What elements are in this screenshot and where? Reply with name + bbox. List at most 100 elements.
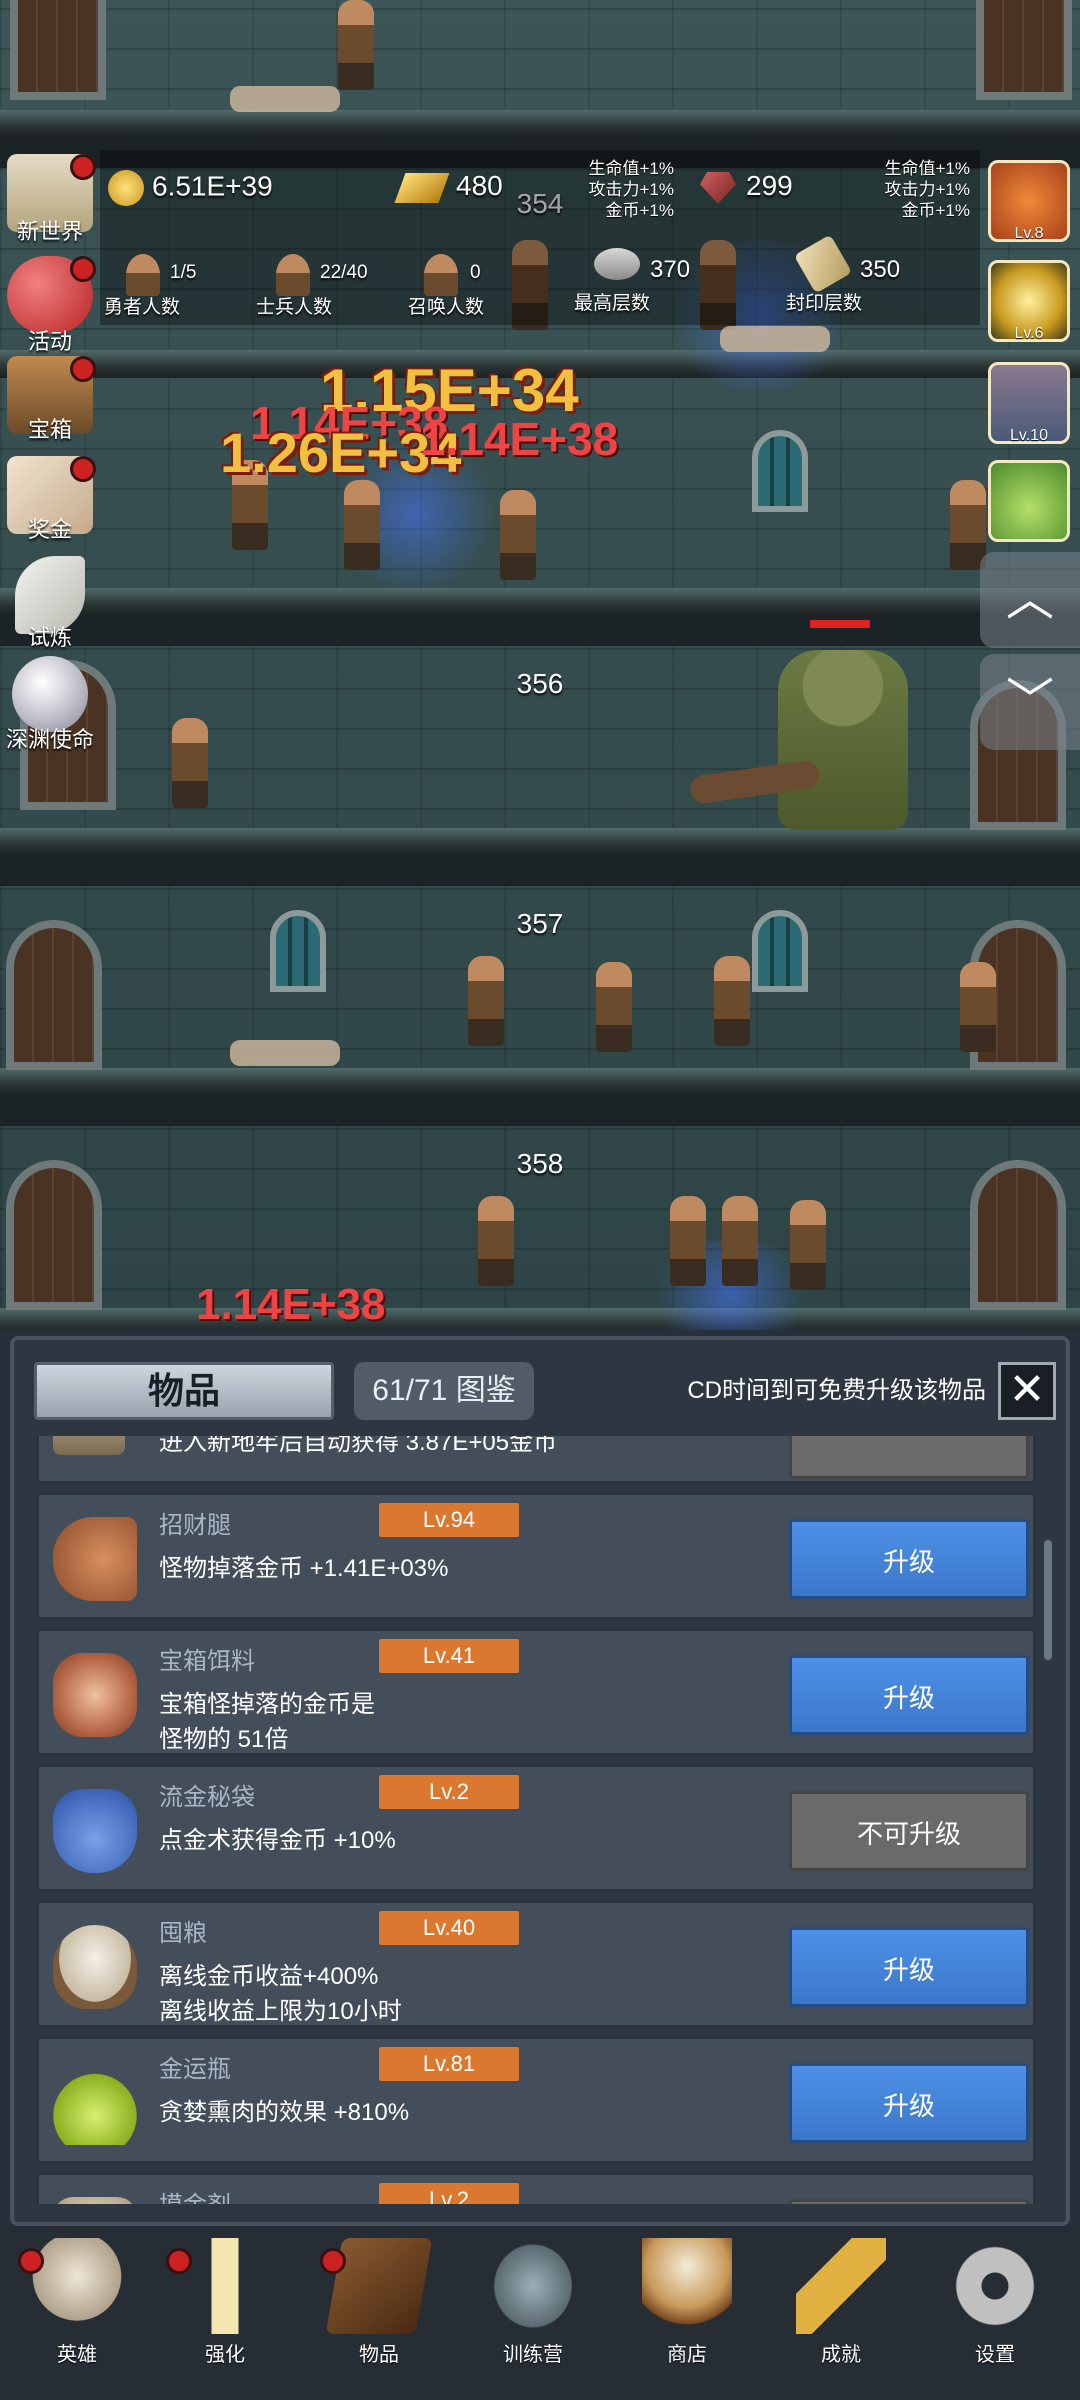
cd-hint-text: CD时间到可免费升级该物品: [687, 1377, 986, 1404]
floor-ledge: [0, 1068, 1080, 1096]
right-item-barrel[interactable]: Lv.10: [988, 362, 1070, 444]
nav-achievements[interactable]: 成就: [764, 2238, 918, 2367]
list-item: 金运瓶 Lv.81 贪婪熏肉的效果 +810% 升级: [36, 2036, 1036, 2164]
hero-count-value: 1/5: [170, 262, 197, 283]
notification-dot: [70, 456, 96, 482]
menu-trial[interactable]: 试炼: [0, 556, 100, 652]
list-item: 进入新地牢后自动获得 3.87E+05金币: [36, 1436, 1036, 1484]
floor-ledge: [0, 110, 1080, 138]
menu-abyss-mission[interactable]: 深渊使命: [0, 656, 100, 754]
nav-training-camp[interactable]: 训练营: [456, 2238, 610, 2367]
beer-mug-icon: [642, 2238, 732, 2334]
soldier-character: [670, 1196, 706, 1286]
list-item: 摸金剂 Lv.2: [36, 2172, 1036, 2204]
crate-icon: [53, 1436, 125, 1455]
notification-dot: [166, 2248, 192, 2274]
summon-count-label: 召唤人数: [408, 297, 485, 318]
upgrade-button[interactable]: 升级: [789, 1655, 1029, 1735]
nav-enhance[interactable]: 强化: [148, 2238, 302, 2367]
gear-icon: [950, 2238, 1040, 2334]
upgrade-button[interactable]: [789, 1436, 1029, 1479]
menu-treasure[interactable]: 宝箱: [0, 356, 100, 444]
notification-dot: [320, 2248, 346, 2274]
hero-character: [172, 718, 208, 808]
soldier-character: [960, 962, 996, 1052]
collection-button[interactable]: 61/71 图鉴: [354, 1362, 534, 1420]
fallen-skeleton: [720, 326, 830, 352]
scrollbar[interactable]: [1044, 1540, 1052, 1660]
floor-gap: [0, 856, 1080, 886]
floor-ledge: [0, 828, 1080, 856]
menu-activity[interactable]: 活动: [0, 256, 100, 356]
skull-icon: [32, 2238, 122, 2334]
seal-floor-value: 350: [860, 256, 901, 283]
floor-ledge: [0, 1308, 1080, 1330]
upgrade-button[interactable]: 升级: [789, 2063, 1029, 2143]
key-icon: [796, 2238, 886, 2334]
nav-settings[interactable]: 设置: [918, 2238, 1072, 2367]
right-item-fruit[interactable]: Lv.8: [988, 160, 1070, 242]
notification-dot: [18, 2248, 44, 2274]
close-button[interactable]: ✕: [998, 1362, 1056, 1420]
floor-ledge: [0, 588, 1080, 616]
soldier-character: [950, 480, 986, 570]
right-item-candle[interactable]: Lv.6: [988, 260, 1070, 342]
dungeon-window: [270, 910, 326, 992]
nav-heroes[interactable]: 英雄: [0, 2238, 154, 2367]
notification-dot: [70, 356, 96, 382]
dungeon-door: [976, 0, 1072, 100]
menu-bonus[interactable]: 奖金: [0, 456, 100, 544]
meat-leg-icon: [53, 1517, 137, 1601]
gold-bar-counter: 480: [394, 170, 503, 203]
item-list[interactable]: 进入新地牢后自动获得 3.87E+05金币 招财腿 Lv.94 怪物掉落金币 +…: [36, 1436, 1046, 2204]
dungeon-door: [6, 1160, 102, 1310]
hero-character: [478, 1196, 514, 1286]
lantern-icon: [488, 2238, 578, 2334]
gold-bar-bonus: 生命值+1% 攻击力+1% 金币+1%: [588, 159, 675, 220]
gold-bar-icon: [394, 172, 450, 203]
ghost-enemy: [338, 0, 374, 90]
tab-items[interactable]: 物品: [34, 1362, 334, 1420]
ghost-enemy: [722, 1196, 758, 1286]
grain-bowl-icon: [53, 1925, 137, 2009]
seal-floor-label: 封印层数: [786, 293, 863, 314]
max-floor-icon: [594, 248, 640, 280]
pouch-icon: [53, 1789, 137, 1873]
floor-gap: [0, 616, 1080, 646]
dungeon-door: [10, 0, 106, 100]
floor-gap: [0, 1096, 1080, 1126]
upgrade-button[interactable]: 升级: [789, 1927, 1029, 2007]
skeleton-enemy: [500, 490, 536, 580]
upgrade-button[interactable]: 升级: [789, 1519, 1029, 1599]
scroll-up-button[interactable]: ︿: [980, 552, 1080, 648]
coin-icon: [108, 170, 144, 206]
damage-number: 1.14E+38: [196, 1280, 386, 1329]
potion-icon: [53, 2197, 137, 2204]
hero-count-label: 勇者人数: [104, 297, 181, 318]
hero-count-icon: [126, 254, 160, 296]
upgrade-disabled-button[interactable]: 不可升级: [789, 1791, 1029, 1871]
dungeon-door: [6, 920, 102, 1070]
gem-counter: 299: [700, 170, 793, 204]
orc-boss: [778, 650, 908, 830]
damage-number: 1.14E+38: [420, 413, 619, 465]
candle-icon: [180, 2238, 270, 2334]
nav-items[interactable]: 物品: [302, 2238, 456, 2367]
right-item-slime[interactable]: [988, 460, 1070, 542]
notification-dot: [70, 154, 96, 180]
knight-character: [596, 962, 632, 1052]
soldier-count-value: 22/40: [320, 262, 368, 283]
soldier-count-icon: [276, 254, 310, 296]
upgrade-button[interactable]: [789, 2199, 1029, 2204]
list-item: 流金秘袋 Lv.2 点金术获得金币 +10% 不可升级: [36, 1764, 1036, 1892]
summon-count-value: 0: [470, 262, 481, 283]
menu-new-world[interactable]: 新世界: [0, 154, 100, 246]
dungeon-window: [752, 430, 808, 512]
nav-shop[interactable]: 商店: [610, 2238, 764, 2367]
gem-bonus: 生命值+1% 攻击力+1% 金币+1%: [884, 159, 971, 220]
summon-count-icon: [424, 254, 458, 296]
dungeon-window: [752, 910, 808, 992]
bottom-nav: 英雄 强化 物品 训练营 商店 成就 设置: [0, 2226, 1080, 2400]
items-panel: 物品 61/71 图鉴 CD时间到可免费升级该物品 ✕ 进入新地牢后自动获得 3…: [10, 1336, 1070, 2226]
scroll-down-button[interactable]: ﹀: [980, 654, 1080, 750]
